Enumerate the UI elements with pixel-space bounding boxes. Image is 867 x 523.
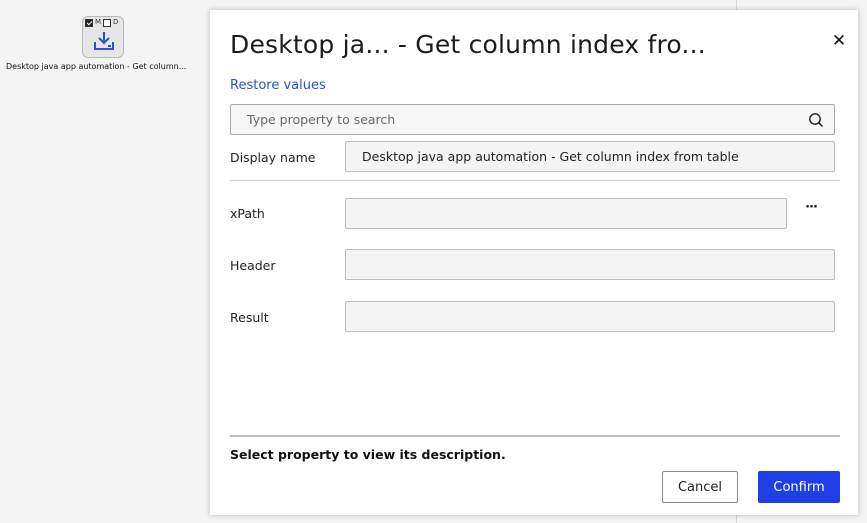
properties-dialog: Desktop ja... - Get column index fro... … xyxy=(210,10,858,515)
result-field[interactable] xyxy=(345,301,835,332)
result-label: Result xyxy=(230,310,269,325)
restore-values-link[interactable]: Restore values xyxy=(230,78,326,93)
header-field[interactable] xyxy=(345,249,835,280)
property-search xyxy=(230,104,835,135)
confirm-button[interactable]: Confirm xyxy=(758,471,840,503)
unchecked-checkbox-icon[interactable] xyxy=(103,18,112,27)
checked-checkbox-icon[interactable] xyxy=(85,18,93,27)
ellipsis-icon: ··· xyxy=(805,200,818,215)
search-input[interactable] xyxy=(231,105,801,134)
download-to-tray-icon xyxy=(94,32,114,50)
workflow-node[interactable]: M D xyxy=(82,16,124,58)
header-label: Header xyxy=(230,258,276,273)
xpath-more-button[interactable]: ··· xyxy=(802,200,820,217)
search-icon[interactable] xyxy=(808,112,824,128)
xpath-label: xPath xyxy=(230,206,265,221)
cancel-button[interactable]: Cancel xyxy=(662,471,738,503)
property-description: Select property to view its description. xyxy=(230,447,506,462)
description-divider xyxy=(230,435,840,437)
close-button[interactable]: ✕ xyxy=(830,32,848,50)
flag-m-label: M xyxy=(95,18,102,26)
node-caption: Desktop java app automation - Get column… xyxy=(6,62,187,71)
node-flags: M D xyxy=(85,18,118,27)
flag-d-label: D xyxy=(113,18,119,26)
display-name-label: Display name xyxy=(230,150,316,165)
dialog-title: Desktop ja... - Get column index fro... xyxy=(230,30,706,59)
close-icon: ✕ xyxy=(831,31,847,51)
divider xyxy=(230,180,840,181)
xpath-field[interactable] xyxy=(345,198,787,229)
display-name-field[interactable] xyxy=(345,141,835,172)
